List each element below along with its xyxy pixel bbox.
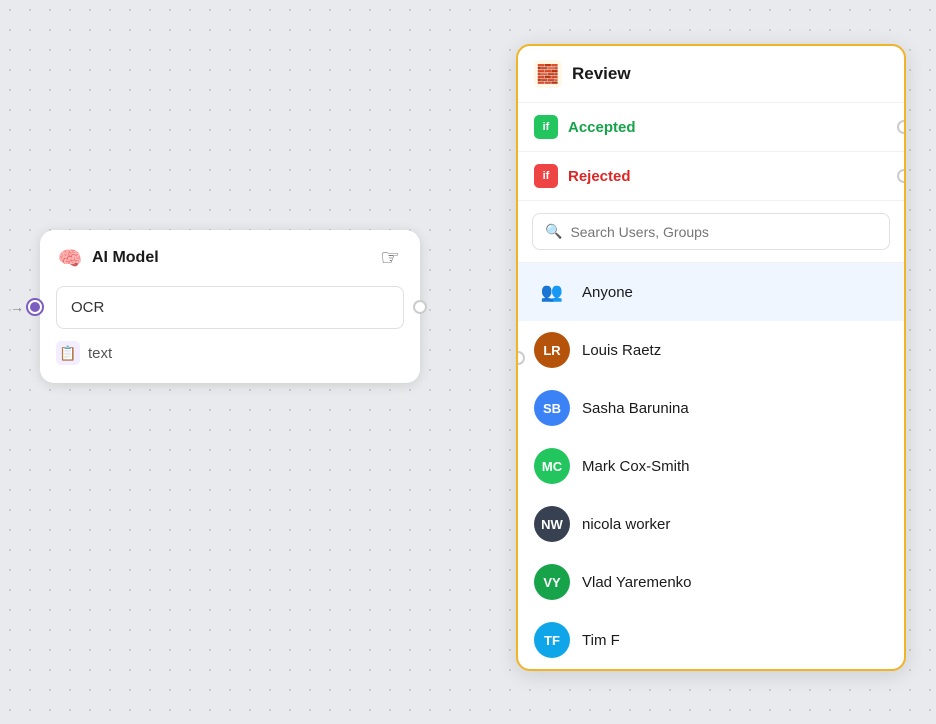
- search-icon: 🔍: [545, 223, 562, 240]
- avatar-mc: MC: [534, 448, 570, 484]
- search-container: 🔍: [518, 201, 904, 263]
- avatar-tf: TF: [534, 622, 570, 658]
- accepted-output-connector[interactable]: [897, 120, 906, 134]
- user-item-sb[interactable]: SB Sasha Barunina: [518, 379, 904, 437]
- condition-rejected-label: Rejected: [568, 168, 631, 185]
- user-item-mc[interactable]: MC Mark Cox-Smith: [518, 437, 904, 495]
- condition-accepted-label: Accepted: [568, 119, 636, 136]
- anyone-name: Anyone: [582, 284, 633, 301]
- condition-accepted[interactable]: if Accepted: [518, 103, 904, 152]
- user-name-nw: nicola worker: [582, 516, 670, 533]
- hand-cursor-icon: ☞: [380, 245, 400, 271]
- condition-rejected[interactable]: if Rejected: [518, 152, 904, 201]
- arrow-icon: →: [10, 299, 24, 315]
- node-output-connector[interactable]: [413, 300, 427, 314]
- user-name-sb: Sasha Barunina: [582, 400, 689, 417]
- ai-model-node: → 🧠 AI Model ☞ OCR 📋 text: [40, 230, 420, 383]
- ai-model-icon: 🧠: [56, 244, 84, 272]
- review-title: Review: [572, 64, 631, 84]
- user-name-tf: Tim F: [582, 632, 620, 649]
- node-header: 🧠 AI Model ☞: [56, 244, 404, 272]
- ai-model-title: AI Model: [92, 249, 372, 267]
- review-panel: 🧱 Review if Accepted if Rejected 🔍 👥 Any…: [516, 44, 906, 671]
- text-tag-label: text: [88, 345, 112, 362]
- user-name-mc: Mark Cox-Smith: [582, 458, 690, 475]
- user-item-lr[interactable]: LR Louis Raetz: [518, 321, 904, 379]
- anyone-icon: 👥: [534, 274, 570, 310]
- if-badge-rejected: if: [534, 164, 558, 188]
- user-item-tf[interactable]: TF Tim F: [518, 611, 904, 669]
- node-input-connector: →: [10, 299, 42, 315]
- user-list: 👥 Anyone LR Louis Raetz SB Sasha Barunin…: [518, 263, 904, 669]
- avatar-vy: VY: [534, 564, 570, 600]
- user-item-vy[interactable]: VY Vlad Yaremenko: [518, 553, 904, 611]
- rejected-output-connector[interactable]: [897, 169, 906, 183]
- ocr-value[interactable]: OCR: [56, 286, 404, 329]
- text-tag: 📋 text: [56, 341, 404, 365]
- review-icon: 🧱: [534, 60, 562, 88]
- user-item-anyone[interactable]: 👥 Anyone: [518, 263, 904, 321]
- avatar-nw: NW: [534, 506, 570, 542]
- avatar-sb: SB: [534, 390, 570, 426]
- connector-dot: [28, 300, 42, 314]
- text-tag-icon: 📋: [56, 341, 80, 365]
- user-name-lr: Louis Raetz: [582, 342, 661, 359]
- review-header: 🧱 Review: [518, 46, 904, 103]
- search-box[interactable]: 🔍: [532, 213, 890, 250]
- avatar-lr: LR: [534, 332, 570, 368]
- if-badge-accepted: if: [534, 115, 558, 139]
- user-name-vy: Vlad Yaremenko: [582, 574, 692, 591]
- user-item-nw[interactable]: NW nicola worker: [518, 495, 904, 553]
- search-input[interactable]: [570, 224, 877, 240]
